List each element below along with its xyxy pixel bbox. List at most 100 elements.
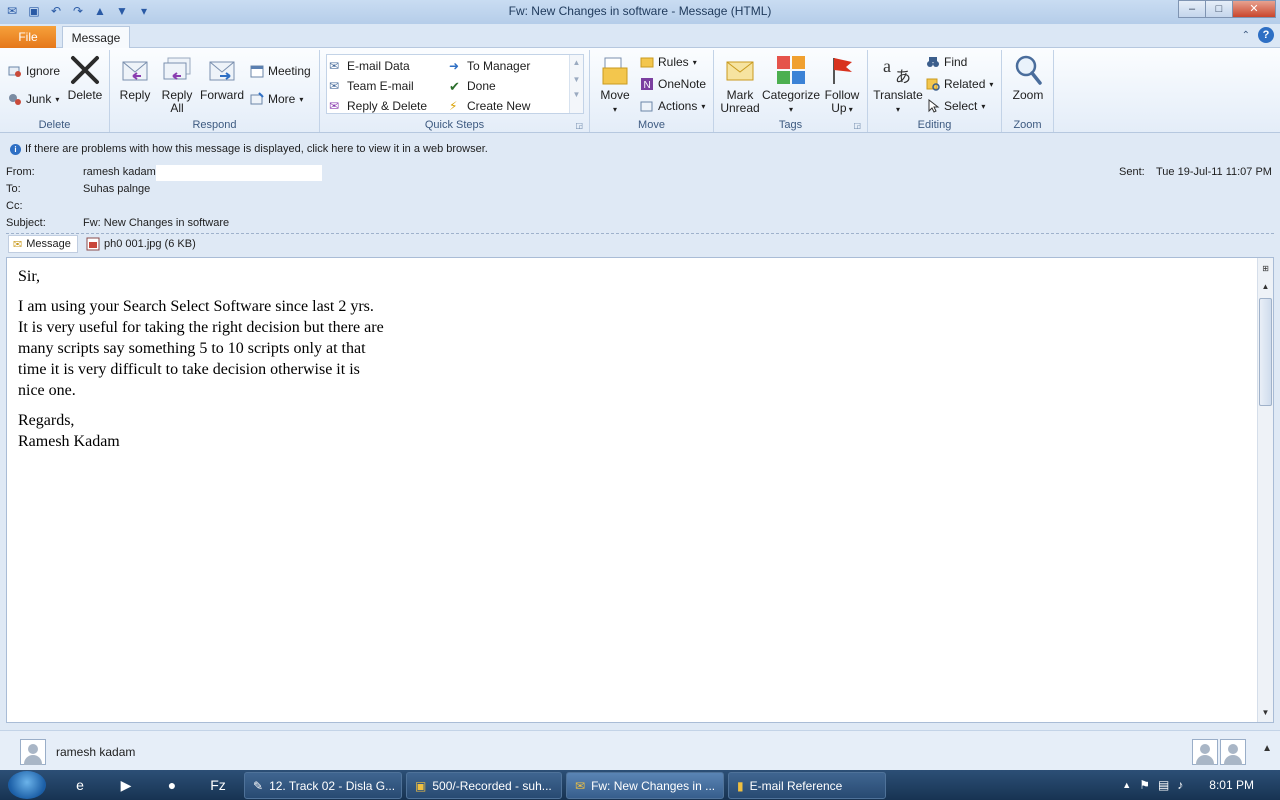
quick-step-create-new[interactable]: ⚡ Create New [449, 97, 530, 115]
scroll-down-icon[interactable]: ▼ [570, 75, 583, 84]
action-center-icon[interactable]: ▤ [1158, 778, 1169, 792]
zoom-button[interactable]: Zoom [1008, 54, 1048, 102]
taskbar-item[interactable]: ✎ 12. Track 02 - Disla G... [244, 772, 402, 799]
avatar[interactable] [20, 739, 46, 765]
junk-button[interactable]: Junk ▾ [8, 90, 59, 108]
taskbar-item-active[interactable]: ✉ Fw: New Changes in ... [566, 772, 724, 799]
subject-label: Subject: [6, 217, 46, 229]
scrollbar-thumb[interactable] [1259, 298, 1272, 406]
message-body[interactable]: Sir, I am using your Search Select Softw… [6, 257, 1274, 723]
scrollbar-options-icon[interactable]: ⊞ [1259, 262, 1272, 276]
find-button[interactable]: Find [926, 53, 967, 71]
minimize-button[interactable]: – [1178, 0, 1206, 18]
move-group: Move ▾ Rules ▾ N OneNote Actions ▾ Move [590, 50, 714, 132]
media-player-icon[interactable]: ▶ [106, 774, 146, 796]
reply-all-button[interactable]: Reply All [158, 54, 196, 115]
vertical-scrollbar[interactable]: ⊞ ▲ ▼ [1257, 258, 1273, 722]
group-label-move: Move [638, 119, 665, 131]
zoom-group: Zoom Zoom [1002, 50, 1054, 132]
group-label-tags: Tags [778, 119, 803, 131]
quick-step-reply-delete[interactable]: ✉ Reply & Delete [329, 97, 427, 115]
greeting: Sir, [18, 268, 41, 285]
magnifier-icon [1015, 55, 1042, 85]
folder-icon: ▮ [737, 778, 744, 793]
expand-people-pane-icon[interactable]: ▲ [1262, 743, 1272, 754]
categorize-icon [777, 56, 805, 84]
group-label-respond: Respond [192, 119, 237, 131]
to-label: To: [6, 183, 21, 195]
scroll-up-icon[interactable]: ▲ [570, 58, 583, 67]
info-bar-text[interactable]: If there are problems with how this mess… [25, 143, 488, 155]
actions-button[interactable]: Actions ▾ [640, 97, 705, 115]
mark-unread-button[interactable]: Mark Unread [718, 54, 762, 115]
quick-steps-scrollbar[interactable]: ▲ ▼ ▼ [569, 55, 583, 113]
people-pane-name[interactable]: ramesh kadam [56, 745, 135, 759]
reply-button[interactable]: Reply [116, 54, 154, 102]
to-value[interactable]: Suhas palnge [83, 183, 150, 195]
info-bar[interactable]: i If there are problems with how this mes… [0, 143, 1280, 161]
info-icon: i [10, 144, 21, 155]
filezilla-icon[interactable]: Fz [198, 774, 238, 796]
show-hidden-icons-icon[interactable]: ▲ [1122, 780, 1131, 790]
translate-button[interactable]: aあ Translate ▾ [872, 54, 924, 116]
internet-explorer-icon[interactable]: e [60, 774, 100, 796]
close-button[interactable]: ✕ [1232, 0, 1276, 18]
maximize-button[interactable]: □ [1205, 0, 1233, 18]
message-tab[interactable]: ✉ Message [8, 235, 78, 253]
reply-all-icon [163, 57, 191, 80]
attachments-bar: ✉ Message ph0 001.jpg (6 KB) [6, 233, 1274, 253]
quick-step-team-email[interactable]: ✉ Team E-mail [329, 77, 414, 95]
image-file-icon [86, 237, 100, 251]
ignore-button[interactable]: Ignore [8, 62, 60, 80]
volume-icon[interactable]: ♪ [1177, 778, 1183, 792]
avatar[interactable] [1220, 739, 1246, 765]
expand-gallery-icon[interactable]: ▼ [570, 90, 583, 99]
quick-step-email-data[interactable]: ✉ E-mail Data [329, 57, 410, 75]
dropdown-icon: ▾ [55, 94, 60, 104]
forward-arrow-icon: ➜ [449, 59, 460, 73]
start-button[interactable] [8, 771, 46, 799]
envelope-icon: ✉ [575, 778, 586, 793]
respond-group: Reply Reply All Forward Meeting More ▾ Re… [110, 50, 320, 132]
taskbar-item[interactable]: ▮ E-mail Reference [728, 772, 886, 799]
translate-icon: aあ [883, 56, 911, 86]
svg-text:あ: あ [895, 67, 911, 86]
follow-up-button[interactable]: Follow Up ▾ [822, 54, 862, 116]
quick-step-to-manager[interactable]: ➜ To Manager [449, 57, 530, 75]
quick-step-done[interactable]: ✔ Done [449, 77, 496, 95]
network-icon[interactable]: ⚑ [1139, 778, 1150, 792]
firefox-icon[interactable]: ● [152, 774, 192, 796]
calendar-icon [250, 65, 264, 78]
meeting-button[interactable]: Meeting [250, 62, 311, 80]
dialog-launcher-icon[interactable]: ◲ [575, 121, 583, 130]
group-label-editing: Editing [917, 119, 952, 131]
tab-file[interactable]: File [0, 26, 56, 48]
from-address-field [156, 165, 322, 181]
attachment-item[interactable]: ph0 001.jpg (6 KB) [86, 237, 196, 251]
from-value[interactable]: ramesh kadam [83, 166, 156, 178]
group-label-quick-steps: Quick Steps [424, 119, 485, 131]
group-label-delete: Delete [38, 119, 71, 131]
delete-button[interactable]: Delete [66, 54, 104, 102]
reply-delete-icon: ✉ [329, 99, 340, 113]
categorize-button[interactable]: Categorize ▾ [762, 54, 820, 116]
move-button[interactable]: Move ▾ [596, 54, 634, 116]
quick-steps-group: ✉ E-mail Data ➜ To Manager ✉ Team E-mail… [320, 50, 590, 132]
onenote-button[interactable]: N OneNote [640, 75, 706, 93]
clock[interactable]: 8:01 PM [1209, 778, 1254, 792]
scroll-up-icon[interactable]: ▲ [1259, 280, 1272, 294]
related-button[interactable]: Related ▾ [926, 75, 993, 93]
scroll-down-icon[interactable]: ▼ [1259, 706, 1272, 720]
chevron-up-icon[interactable]: ⌃ [1242, 30, 1250, 41]
more-respond-button[interactable]: More ▾ [250, 90, 303, 108]
avatar[interactable] [1192, 739, 1218, 765]
dropdown-icon: ▾ [981, 101, 986, 111]
dialog-launcher-icon[interactable]: ◲ [853, 121, 861, 130]
forward-button[interactable]: Forward [200, 54, 244, 102]
tab-message[interactable]: Message [62, 26, 130, 49]
help-icon[interactable]: ? [1258, 27, 1274, 43]
svg-text:a: a [883, 56, 891, 76]
rules-button[interactable]: Rules ▾ [640, 53, 697, 71]
select-button[interactable]: Select ▾ [926, 97, 985, 115]
taskbar-item[interactable]: ▣ 500/-Recorded - suh... [406, 772, 562, 799]
